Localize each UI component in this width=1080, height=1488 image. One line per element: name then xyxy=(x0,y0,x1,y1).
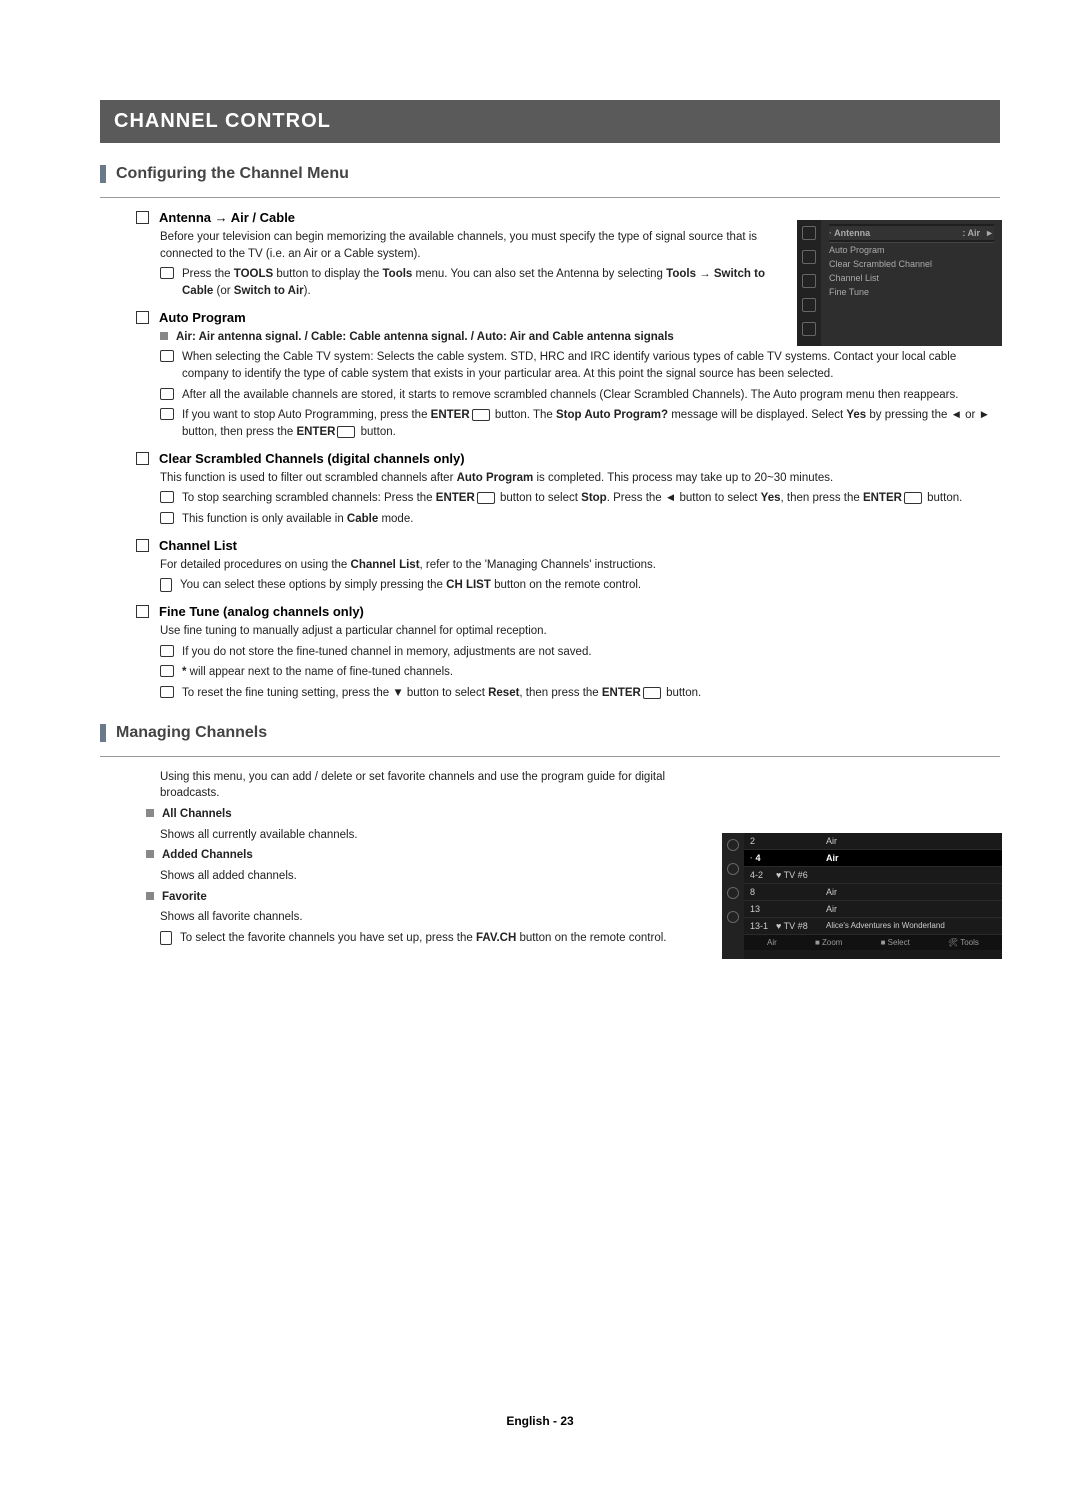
osd-row-selected: · 4Air xyxy=(744,850,1002,867)
note-icon xyxy=(160,645,174,657)
osd-nav-icon xyxy=(727,863,739,875)
osd-nav-icon xyxy=(727,887,739,899)
osd-item-dim: Clear Scrambled Channel xyxy=(829,257,994,271)
autoprog-n3: If you want to stop Auto Programming, pr… xyxy=(182,407,1000,440)
osd-row: 4-2♥ TV #6 xyxy=(744,867,1002,884)
autoprog-n2: After all the available channels are sto… xyxy=(182,387,958,404)
sub-finetune: Fine Tune (analog channels only) xyxy=(159,604,364,619)
checkbox-icon xyxy=(136,605,149,618)
remote-icon xyxy=(160,931,172,945)
osd-nav-icon xyxy=(802,250,816,264)
antenna-desc: Before your television can begin memoriz… xyxy=(160,229,770,262)
enter-icon xyxy=(477,492,495,504)
bullet-icon xyxy=(146,850,154,858)
osd-nav-icon xyxy=(802,322,816,336)
osd-footer: Air■ Zoom■ Select🛠 Tools xyxy=(744,935,1002,950)
osd-antenna-row: · Antenna: Air ► xyxy=(829,226,994,240)
antenna-note: Press the TOOLS button to display the To… xyxy=(182,266,770,299)
bullet-icon xyxy=(146,809,154,817)
note-icon xyxy=(160,686,174,698)
note-icon xyxy=(160,665,174,677)
checkbox-icon xyxy=(136,539,149,552)
osd-row: 13-1♥ TV #8Alice's Adventures in Wonderl… xyxy=(744,918,1002,935)
sub-autoprogram: Auto Program xyxy=(159,310,246,325)
section-configuring: Configuring the Channel Menu xyxy=(100,165,1000,183)
remote-icon xyxy=(160,578,172,592)
chlist-n1: You can select these options by simply p… xyxy=(180,577,641,594)
osd-item: Channel List xyxy=(829,271,994,285)
bullet-icon xyxy=(160,332,168,340)
h1-title: Configuring the Channel Menu xyxy=(116,165,349,183)
favorite: Favorite xyxy=(162,889,207,906)
enter-icon xyxy=(904,492,922,504)
added-channels: Added Channels xyxy=(162,847,253,864)
clear-desc: This function is used to filter out scra… xyxy=(160,470,1000,487)
page-banner: CHANNEL CONTROL xyxy=(100,100,1000,143)
note-icon xyxy=(160,512,174,524)
chlist-desc: For detailed procedures on using the Cha… xyxy=(160,557,1000,574)
sub-antenna: Antenna → Air / Cable xyxy=(159,210,295,225)
osd-nav-icon xyxy=(802,298,816,312)
osd-channel-list: 2Air · 4Air 4-2♥ TV #6 8Air 13Air 13-1♥ … xyxy=(722,833,1002,959)
enter-icon xyxy=(643,687,661,699)
finetune-n1: If you do not store the fine-tuned chann… xyxy=(182,644,592,661)
osd-nav-icon xyxy=(727,839,739,851)
tools-icon xyxy=(160,267,174,279)
osd-channel-menu: · Antenna: Air ► Auto Program Clear Scra… xyxy=(797,220,1002,346)
sub-channellist: Channel List xyxy=(159,538,237,553)
note-icon xyxy=(160,350,174,362)
all-channels: All Channels xyxy=(162,806,232,823)
favorite-note: To select the favorite channels you have… xyxy=(180,930,666,947)
checkbox-icon xyxy=(136,211,149,224)
autoprog-bold: Air: Air antenna signal. / Cable: Cable … xyxy=(176,329,674,346)
enter-icon xyxy=(337,426,355,438)
finetune-n2: * will appear next to the name of fine-t… xyxy=(182,664,453,681)
page-footer: English - 23 xyxy=(0,1414,1080,1428)
finetune-n3: To reset the fine tuning setting, press … xyxy=(182,685,701,702)
managing-desc: Using this menu, you can add / delete or… xyxy=(160,769,700,802)
autoprog-n1: When selecting the Cable TV system: Sele… xyxy=(182,349,1000,382)
osd-nav-icon xyxy=(802,274,816,288)
checkbox-icon xyxy=(136,311,149,324)
h1-title: Managing Channels xyxy=(116,724,267,742)
osd-nav-icon xyxy=(727,911,739,923)
osd-item: Fine Tune xyxy=(829,285,994,299)
osd-sidebar xyxy=(797,220,821,346)
note-icon xyxy=(160,388,174,400)
osd-row: 2Air xyxy=(744,833,1002,850)
clear-n1: To stop searching scrambled channels: Pr… xyxy=(182,490,962,507)
section-managing: Managing Channels xyxy=(100,724,1000,742)
osd-nav-icon xyxy=(802,226,816,240)
bullet-icon xyxy=(146,892,154,900)
finetune-desc: Use fine tuning to manually adjust a par… xyxy=(160,623,1000,640)
note-icon xyxy=(160,408,174,420)
osd-row: 13Air xyxy=(744,901,1002,918)
checkbox-icon xyxy=(136,452,149,465)
clear-n2: This function is only available in Cable… xyxy=(182,511,413,528)
osd-item: Auto Program xyxy=(829,243,994,257)
sub-clearscrambled: Clear Scrambled Channels (digital channe… xyxy=(159,451,465,466)
enter-icon xyxy=(472,409,490,421)
osd-row: 8Air xyxy=(744,884,1002,901)
osd-sidebar xyxy=(722,833,744,959)
note-icon xyxy=(160,491,174,503)
